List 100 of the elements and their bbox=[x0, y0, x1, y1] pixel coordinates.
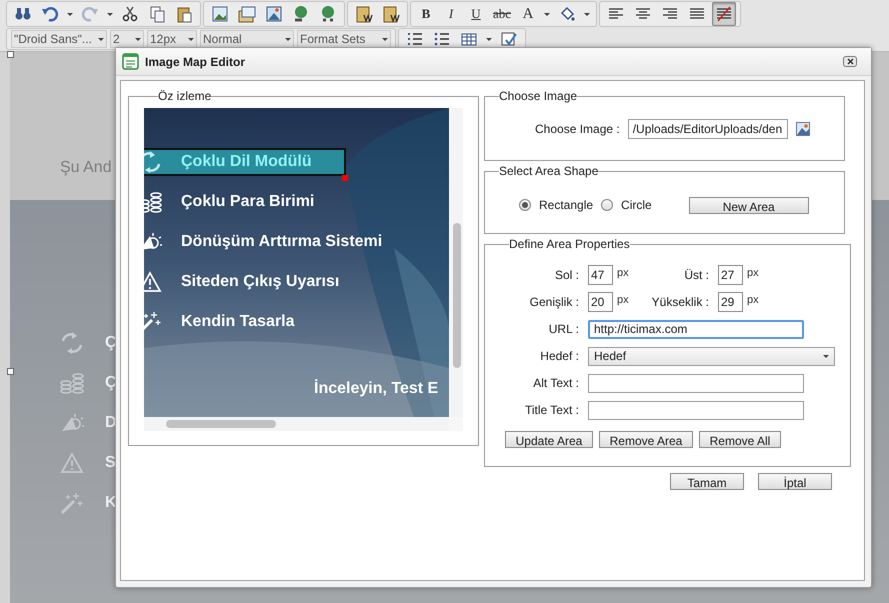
magic-wand-icon bbox=[60, 491, 84, 515]
close-button[interactable] bbox=[843, 56, 857, 67]
format-button[interactable]: I bbox=[440, 2, 462, 26]
warning-triangle-icon bbox=[60, 451, 84, 475]
picture-icon bbox=[265, 5, 283, 23]
caret-icon bbox=[823, 354, 829, 358]
radio-label: Rectangle bbox=[539, 197, 594, 214]
banner-text: Çoklu Para Birimi bbox=[181, 192, 314, 212]
scrollbar-thumb[interactable] bbox=[453, 223, 461, 368]
caret-icon bbox=[382, 38, 388, 40]
close-icon bbox=[846, 58, 854, 65]
banner-text: Dönüşüm Arttırma Sistemi bbox=[181, 232, 382, 252]
radio-button[interactable] bbox=[601, 199, 614, 211]
group-label: Öz izleme bbox=[158, 88, 212, 105]
picture-icon[interactable] bbox=[796, 122, 810, 136]
dialog-button[interactable]: Update Area bbox=[505, 431, 593, 448]
resize-handle[interactable] bbox=[7, 368, 14, 375]
dropdown-field[interactable]: Format Sets bbox=[297, 30, 391, 48]
group-label: Select Area Shape bbox=[499, 163, 598, 180]
clipboard-icon bbox=[355, 5, 373, 23]
field-label: Genişlik : bbox=[528, 294, 579, 311]
paint-bucket-icon bbox=[558, 5, 576, 23]
number-field[interactable]: 20 bbox=[588, 292, 613, 312]
group-label: Choose Image bbox=[499, 88, 578, 105]
dropdown-field[interactable]: 2 bbox=[110, 30, 144, 48]
field-label: Hedef : bbox=[539, 348, 579, 365]
field-label: Üst : bbox=[683, 267, 709, 284]
picture-stack-icon bbox=[238, 5, 256, 23]
picture-icon bbox=[211, 5, 229, 23]
resize-handle[interactable] bbox=[342, 175, 348, 181]
unit-label: px bbox=[617, 293, 630, 308]
number-field[interactable]: 29 bbox=[718, 292, 743, 312]
banner-text: İnceleyin, Test E bbox=[314, 378, 438, 399]
translate-arrows-icon bbox=[60, 331, 84, 355]
banner-text: Siteden Çıkış Uyarısı bbox=[181, 272, 340, 292]
list-item-text: K bbox=[105, 493, 117, 513]
unit-label: px bbox=[747, 293, 760, 308]
checked-box-icon bbox=[500, 30, 518, 48]
caret-icon bbox=[67, 12, 73, 16]
list-item-text: Ç bbox=[105, 373, 117, 393]
bullet-list-icon bbox=[433, 30, 451, 48]
scrollbar-thumb[interactable] bbox=[166, 420, 276, 428]
caret-icon bbox=[107, 12, 113, 16]
format-button[interactable]: abc bbox=[490, 2, 514, 26]
format-button[interactable]: U bbox=[465, 2, 487, 26]
target-dropdown[interactable]: Hedef bbox=[588, 346, 835, 366]
unit-label: px bbox=[617, 266, 630, 281]
caret-icon bbox=[584, 12, 590, 16]
group-label: Define Area Properties bbox=[509, 236, 630, 253]
heading-text: Şu And bbox=[60, 158, 112, 178]
field-label: Title Text : bbox=[524, 402, 579, 419]
path-field[interactable]: /Uploads/EditorUploads/den bbox=[628, 119, 788, 139]
numbered-list-icon bbox=[406, 30, 424, 48]
banner-text: Kendin Tasarla bbox=[181, 312, 295, 332]
copy-icon bbox=[148, 5, 166, 23]
banner-text: Çoklu Dil Modülü bbox=[181, 152, 312, 172]
alt-text-field[interactable] bbox=[588, 374, 804, 392]
caret-icon bbox=[486, 38, 492, 40]
field-label: Choose Image : bbox=[535, 121, 620, 138]
title-text-field[interactable] bbox=[588, 400, 804, 420]
unit-label: px bbox=[747, 266, 760, 281]
radio-button[interactable] bbox=[519, 199, 531, 211]
field-label: Yükseklik : bbox=[650, 294, 709, 311]
clipboard-icon bbox=[382, 5, 400, 23]
dialog-button[interactable]: Remove All bbox=[699, 431, 781, 448]
caret-icon bbox=[285, 38, 291, 40]
window-icon bbox=[122, 53, 139, 70]
dialog-button[interactable]: Remove Area bbox=[599, 431, 693, 448]
warning-triangle-icon bbox=[144, 270, 162, 294]
url-field[interactable]: http://ticimax.com bbox=[588, 320, 804, 338]
field-label: Alt Text : bbox=[532, 375, 579, 392]
cancel-button[interactable]: İptal bbox=[758, 473, 832, 490]
resize-handle[interactable] bbox=[7, 51, 14, 58]
undo-arrow-icon bbox=[41, 5, 59, 23]
globe-link-icon bbox=[292, 5, 310, 23]
caret-icon bbox=[98, 38, 104, 40]
format-button[interactable]: B bbox=[415, 2, 437, 26]
radio-label: Circle bbox=[621, 197, 652, 214]
new-area-button[interactable]: New Area bbox=[688, 196, 809, 214]
dropdown-field[interactable]: "Droid Sans"... bbox=[11, 30, 107, 48]
scissors-icon bbox=[121, 5, 139, 23]
dropdown-field[interactable]: Normal bbox=[200, 30, 294, 48]
translate-arrows-icon bbox=[144, 150, 162, 174]
number-field[interactable]: 27 bbox=[718, 265, 743, 285]
clipboard-icon bbox=[175, 5, 193, 23]
coin-stacks-icon bbox=[60, 371, 84, 395]
format-button[interactable]: A bbox=[517, 2, 540, 26]
globe-link-icon bbox=[319, 5, 337, 23]
crossed-lines-icon bbox=[715, 5, 734, 23]
toolbar-button[interactable] bbox=[712, 2, 736, 26]
field-label: URL : bbox=[548, 321, 579, 338]
caret-icon bbox=[135, 38, 141, 40]
list-item-text: S bbox=[105, 453, 116, 473]
caret-icon bbox=[188, 38, 194, 40]
ok-button[interactable]: Tamam bbox=[670, 473, 744, 490]
list-item-text: Ç bbox=[105, 333, 117, 353]
number-field[interactable]: 47 bbox=[588, 265, 613, 285]
caret-icon bbox=[544, 12, 550, 16]
dropdown-field[interactable]: 12px bbox=[147, 30, 197, 48]
window-title: Image Map Editor bbox=[145, 54, 246, 70]
